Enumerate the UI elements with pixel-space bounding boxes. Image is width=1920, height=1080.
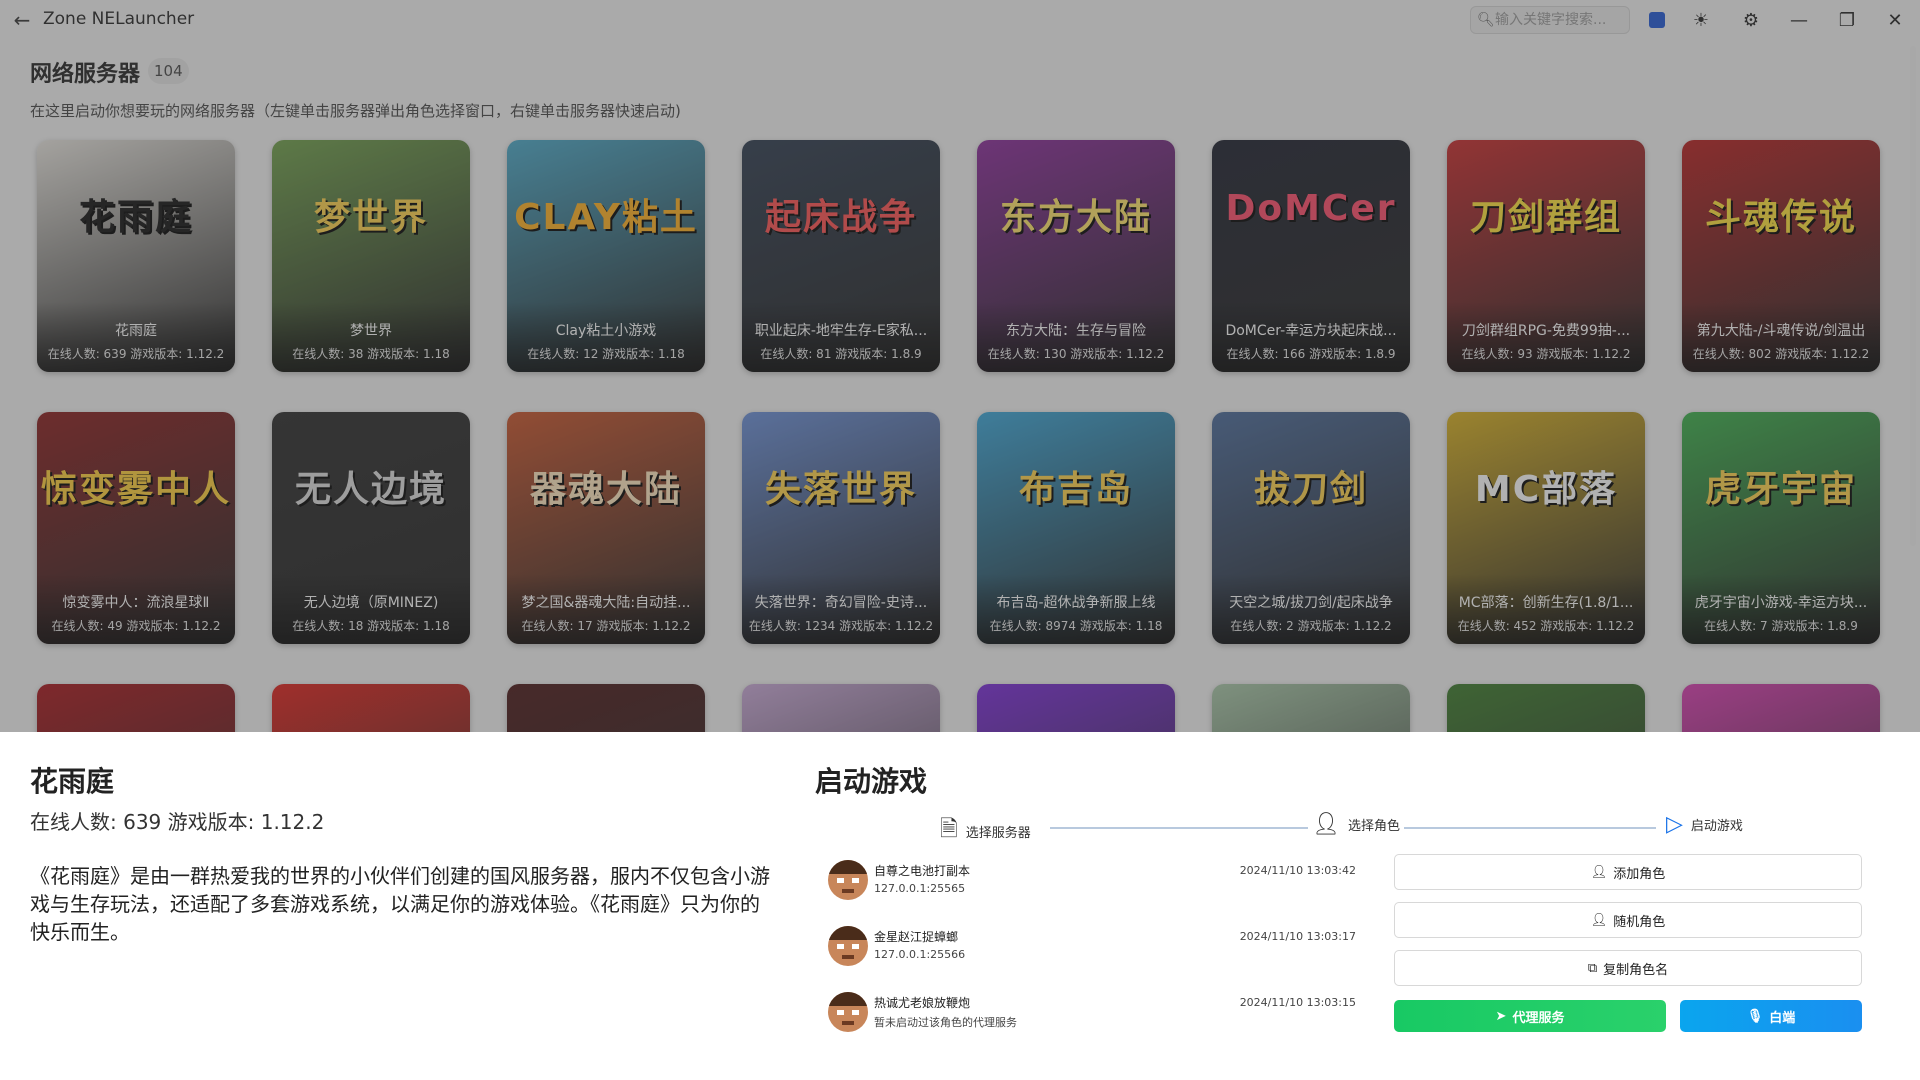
user-icon: 👤︎ bbox=[1590, 864, 1608, 880]
whitelist-button[interactable]: 🎙︎ 白端 bbox=[1680, 1000, 1862, 1032]
role-address: 暂未启动过该角色的代理服务 bbox=[874, 1016, 1017, 1029]
scrollbar[interactable] bbox=[1910, 46, 1916, 546]
role-name: 热诚尤老娘放鞭炮 bbox=[874, 996, 971, 1010]
step-select-server: 🗎 选择服务器 bbox=[940, 812, 1031, 850]
role-timestamp: 2024/11/10 13:03:15 bbox=[1239, 996, 1356, 1009]
mic-icon: 🎙︎ bbox=[1746, 1008, 1764, 1024]
launch-title: 启动游戏 bbox=[815, 765, 928, 798]
role-timestamp: 2024/11/10 13:03:42 bbox=[1239, 864, 1356, 877]
server-meta: 在线人数: 639 游戏版本: 1.12.2 bbox=[30, 810, 325, 834]
button-label: 添加角色 bbox=[1613, 866, 1666, 882]
role-name: 自尊之电池打副本 bbox=[874, 864, 971, 878]
server-description: 《花雨庭》是由一群热爱我的世界的小伙伴们创建的国风服务器，服内不仅包含小游戏与生… bbox=[30, 864, 770, 944]
play-circle-icon: ▷ bbox=[1666, 812, 1683, 837]
button-label: 复制角色名 bbox=[1603, 962, 1669, 978]
proxy-service-button[interactable]: ➤ 代理服务 bbox=[1394, 1000, 1666, 1032]
server-detail-panel: 花雨庭 在线人数: 639 游戏版本: 1.12.2 《花雨庭》是由一群热爱我的… bbox=[0, 732, 1920, 1080]
step-label: 启动游戏 bbox=[1690, 819, 1743, 834]
server-search-icon: 🗎 bbox=[940, 817, 958, 842]
step-connector bbox=[1050, 827, 1308, 829]
add-role-button[interactable]: 👤︎ 添加角色 bbox=[1394, 854, 1862, 890]
copy-role-name-button[interactable]: ⧉ 复制角色名 bbox=[1394, 950, 1862, 986]
role-address: 127.0.0.1:25565 bbox=[874, 882, 966, 895]
role-address: 127.0.0.1:25566 bbox=[874, 948, 966, 961]
role-item[interactable]: 自尊之电池打副本 127.0.0.1:25565 2024/11/10 13:0… bbox=[828, 860, 1368, 926]
avatar bbox=[828, 992, 868, 1032]
step-label: 选择角色 bbox=[1347, 819, 1400, 834]
step-select-role: 👤︎ 选择角色 bbox=[1312, 812, 1400, 837]
step-label: 选择服务器 bbox=[965, 825, 1031, 841]
role-name: 金星赵江捉蟑螂 bbox=[874, 930, 959, 944]
server-title: 花雨庭 bbox=[30, 765, 115, 798]
modal-backdrop[interactable] bbox=[0, 0, 1920, 732]
avatar bbox=[828, 860, 868, 900]
button-label: 白端 bbox=[1769, 1010, 1796, 1026]
button-label: 代理服务 bbox=[1512, 1010, 1565, 1026]
launch-stepper: 🗎 选择服务器 👤︎ 选择角色 ▷ 启动游戏 bbox=[940, 812, 1760, 842]
send-icon: ➤ bbox=[1495, 1008, 1507, 1024]
step-launch-game: ▷ 启动游戏 bbox=[1666, 812, 1743, 837]
copy-icon: ⧉ bbox=[1587, 960, 1598, 976]
button-label: 随机角色 bbox=[1613, 914, 1666, 930]
role-timestamp: 2024/11/10 13:03:17 bbox=[1239, 930, 1356, 943]
user-edit-icon: 👤︎ bbox=[1312, 812, 1340, 837]
avatar bbox=[828, 926, 868, 966]
random-role-button[interactable]: 👤︎ 随机角色 bbox=[1394, 902, 1862, 938]
role-list: 自尊之电池打副本 127.0.0.1:25565 2024/11/10 13:0… bbox=[828, 860, 1368, 1058]
launcher-window: ← Zone NELauncher 🔍︎ ☀ ⚙ — ❐ ✕ 网络服务器 104… bbox=[0, 0, 1920, 1080]
step-connector bbox=[1404, 827, 1656, 829]
role-item[interactable]: 热诚尤老娘放鞭炮 暂未启动过该角色的代理服务 2024/11/10 13:03:… bbox=[828, 992, 1368, 1058]
user-icon: 👤︎ bbox=[1590, 912, 1608, 928]
role-item[interactable]: 金星赵江捉蟑螂 127.0.0.1:25566 2024/11/10 13:03… bbox=[828, 926, 1368, 992]
